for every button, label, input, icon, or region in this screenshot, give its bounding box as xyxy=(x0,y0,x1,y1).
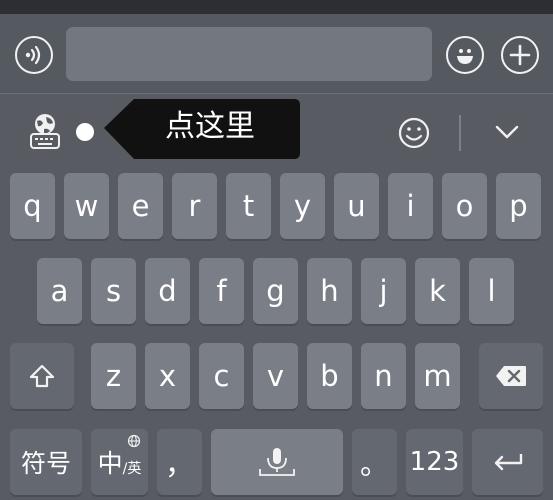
shift-key[interactable] xyxy=(10,343,74,409)
key-g[interactable]: g xyxy=(253,258,298,324)
status-strip xyxy=(0,0,553,14)
message-input[interactable] xyxy=(66,27,432,81)
key-j[interactable]: j xyxy=(361,258,406,324)
highlight-dot xyxy=(76,123,94,141)
key-p[interactable]: p xyxy=(496,173,541,239)
key-h[interactable]: h xyxy=(307,258,352,324)
enter-icon xyxy=(494,454,522,471)
plus-icon xyxy=(509,44,531,66)
chevron-down-icon[interactable] xyxy=(495,123,519,141)
key-b[interactable]: b xyxy=(307,343,352,409)
emoji-button[interactable] xyxy=(446,36,484,74)
smiley-icon[interactable] xyxy=(397,116,431,150)
key-d[interactable]: d xyxy=(145,258,190,324)
key-a[interactable]: a xyxy=(37,258,82,324)
key-t[interactable]: t xyxy=(226,173,271,239)
space-key[interactable] xyxy=(211,429,343,495)
key-i[interactable]: i xyxy=(388,173,433,239)
key-f[interactable]: f xyxy=(199,258,244,324)
language-switch-key[interactable]: 中/英 xyxy=(91,429,148,495)
comma-key[interactable]: ， xyxy=(157,429,202,495)
key-s[interactable]: s xyxy=(91,258,136,324)
chat-input-bar xyxy=(0,14,553,94)
voice-icon xyxy=(25,45,41,65)
shift-icon xyxy=(29,364,55,388)
key-k[interactable]: k xyxy=(415,258,460,324)
key-z[interactable]: z xyxy=(91,343,136,409)
key-m[interactable]: m xyxy=(415,343,460,409)
key-r[interactable]: r xyxy=(172,173,217,239)
emoji-icon xyxy=(457,49,473,64)
microphone-icon xyxy=(259,448,295,476)
key-q[interactable]: q xyxy=(10,173,55,239)
backspace-icon xyxy=(496,366,526,386)
globe-keyboard-icon[interactable] xyxy=(28,112,62,150)
tooltip-text: 点这里 xyxy=(165,109,255,144)
symbols-key[interactable]: 符号 xyxy=(10,429,82,495)
key-u[interactable]: u xyxy=(334,173,379,239)
key-e[interactable]: e xyxy=(118,173,163,239)
key-l[interactable]: l xyxy=(469,258,514,324)
key-y[interactable]: y xyxy=(280,173,325,239)
key-n[interactable]: n xyxy=(361,343,406,409)
keyboard: 点这里 q w e r t y u i o p a s d f g h j k … xyxy=(0,95,553,500)
voice-button[interactable] xyxy=(15,36,53,74)
backspace-key[interactable] xyxy=(479,343,543,409)
toolbar-divider xyxy=(459,115,461,151)
globe-icon xyxy=(127,434,141,448)
enter-key[interactable] xyxy=(472,429,543,495)
key-v[interactable]: v xyxy=(253,343,298,409)
key-c[interactable]: c xyxy=(199,343,244,409)
plus-button[interactable] xyxy=(501,36,539,74)
period-key[interactable]: 。 xyxy=(352,429,397,495)
key-w[interactable]: w xyxy=(64,173,109,239)
key-x[interactable]: x xyxy=(145,343,190,409)
numbers-key[interactable]: 123 xyxy=(406,429,463,495)
key-o[interactable]: o xyxy=(442,173,487,239)
